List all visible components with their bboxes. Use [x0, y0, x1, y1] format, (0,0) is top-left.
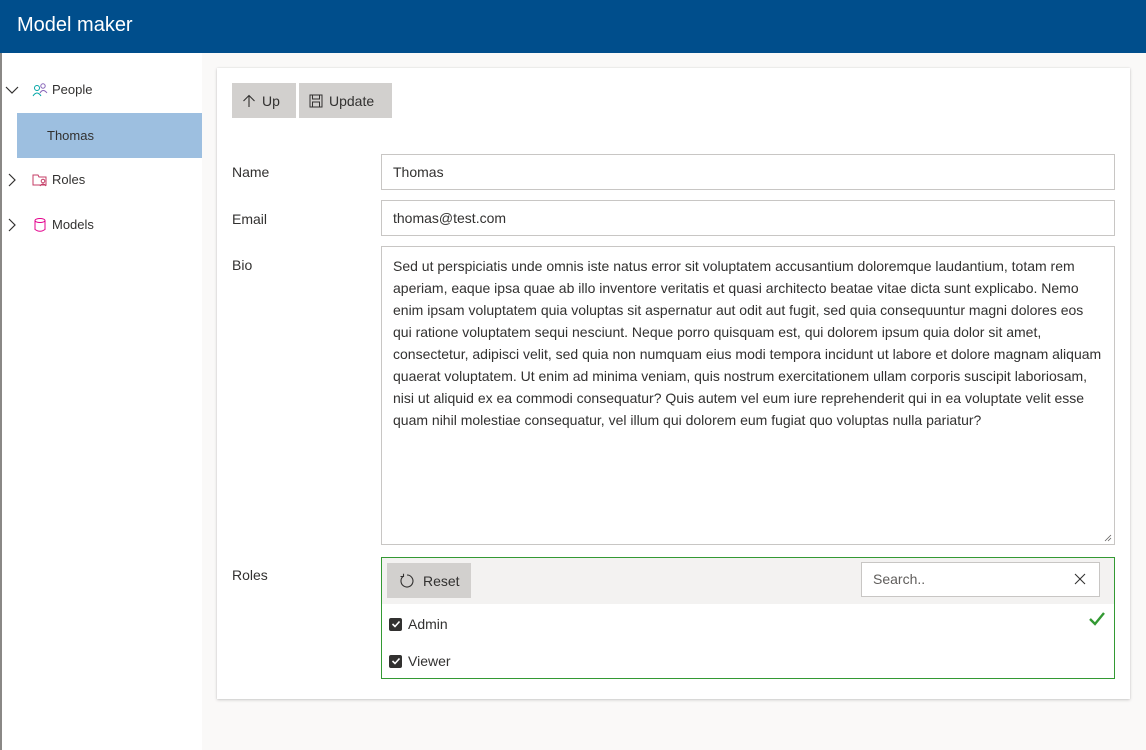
editor-card: Up Update Name Thomas Email thomas@test.…	[217, 68, 1130, 699]
people-icon	[32, 83, 48, 97]
email-label: Email	[232, 211, 268, 227]
roles-label: Roles	[232, 567, 268, 583]
valid-check-icon	[1089, 612, 1105, 626]
reset-button-label: Reset	[423, 572, 460, 589]
close-icon[interactable]	[1073, 572, 1087, 586]
role-item-viewer[interactable]: Viewer	[389, 653, 451, 669]
database-icon	[34, 218, 46, 232]
role-item-label: Admin	[408, 616, 448, 632]
tree-item-roles[interactable]: Roles	[2, 157, 202, 202]
update-button[interactable]: Update	[299, 83, 392, 118]
search-placeholder: Search..	[873, 571, 926, 587]
tree-item-label: People	[52, 82, 93, 97]
save-icon	[309, 94, 323, 107]
sidebar: People Thomas Roles Models	[2, 53, 202, 750]
roles-toolbar: Reset Search..	[382, 558, 1114, 604]
role-item-admin[interactable]: Admin	[389, 616, 448, 632]
arrow-up-icon	[243, 94, 255, 107]
app-header: Model maker	[0, 0, 1146, 53]
up-button[interactable]: Up	[232, 83, 296, 118]
up-button-label: Up	[262, 92, 280, 109]
name-label: Name	[232, 164, 270, 180]
update-button-label: Update	[329, 92, 375, 109]
refresh-icon	[400, 573, 414, 587]
tree-item-people[interactable]: People	[2, 67, 202, 112]
app-title: Model maker	[17, 14, 133, 36]
checkbox-checked[interactable]	[389, 617, 402, 631]
checkmark-icon	[391, 657, 400, 665]
resize-grip-icon[interactable]	[1104, 534, 1112, 542]
tree-item-label: Thomas	[47, 128, 94, 143]
checkbox-checked[interactable]	[389, 654, 402, 668]
roles-picker: Reset Search.. Admin Viewer	[381, 557, 1115, 679]
tree-item-label: Models	[52, 217, 94, 232]
roles-icon	[32, 174, 47, 187]
reset-button[interactable]: Reset	[387, 563, 471, 598]
tree-item-models[interactable]: Models	[2, 202, 202, 247]
checkmark-icon	[391, 620, 400, 628]
roles-search-input[interactable]: Search..	[861, 562, 1100, 597]
role-item-label: Viewer	[408, 653, 451, 669]
bio-label: Bio	[232, 257, 253, 273]
bio-text: Sed ut perspiciatis unde omnis iste natu…	[393, 258, 1102, 428]
chevron-right-icon[interactable]	[4, 172, 20, 188]
chevron-right-icon[interactable]	[4, 217, 20, 233]
tree-item-label: Roles	[52, 172, 86, 187]
bio-textarea[interactable]: Sed ut perspiciatis unde omnis iste natu…	[381, 246, 1115, 545]
chevron-down-icon[interactable]	[4, 82, 20, 98]
name-field[interactable]: Thomas	[381, 154, 1115, 190]
tree-item-thomas[interactable]: Thomas	[17, 113, 202, 158]
email-field[interactable]: thomas@test.com	[381, 200, 1115, 236]
